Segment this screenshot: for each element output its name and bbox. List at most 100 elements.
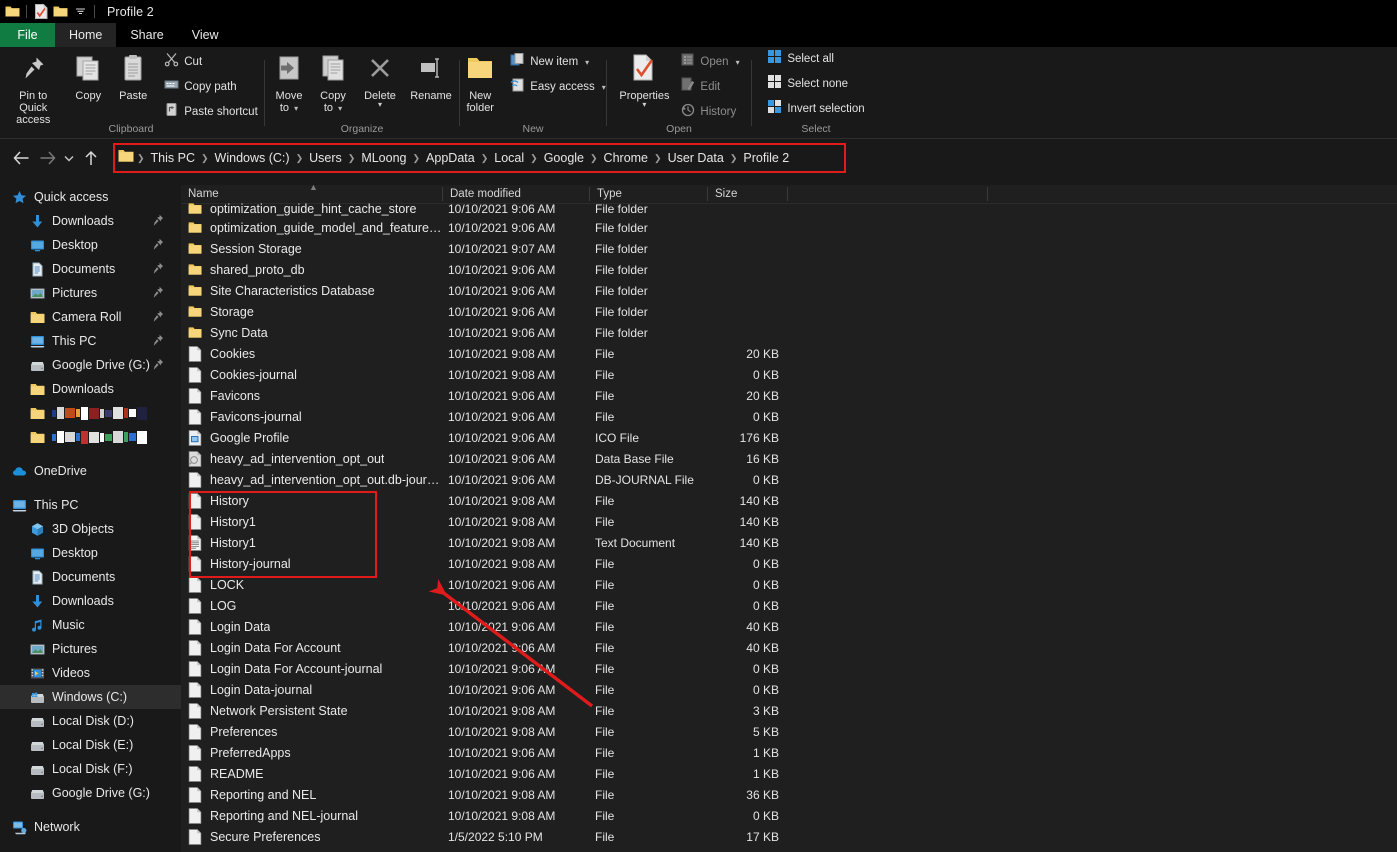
recent-locations-button[interactable] — [60, 145, 78, 171]
easy-access-caret-icon[interactable]: ▾ — [602, 83, 606, 92]
copy-path-button[interactable]: Copy path — [162, 76, 262, 98]
open-button[interactable]: Open ▾ — [678, 51, 743, 73]
copy-to-button[interactable]: Copy to ▾ — [311, 51, 355, 115]
breadcrumb-sep-4[interactable]: ❯ — [412, 153, 422, 164]
qat-folder-icon[interactable] — [4, 3, 21, 20]
sidebar-item-google-drive-g[interactable]: Google Drive (G:) — [0, 781, 181, 805]
breadcrumb-sep-2[interactable]: ❯ — [295, 153, 305, 164]
file-list-pane[interactable]: Name Date modified Type Size ▲ optimizat… — [181, 185, 1397, 852]
sidebar-item-downloads[interactable]: Downloads — [0, 589, 181, 613]
pin-icon[interactable] — [152, 286, 164, 299]
table-row[interactable]: Cookies-journal 10/10/2021 9:08 AM File 0 K… — [181, 364, 1397, 385]
paste-button[interactable]: Paste — [110, 51, 156, 102]
breadcrumb-sep-0[interactable]: ❯ — [136, 153, 146, 164]
table-row[interactable]: Login Data 10/10/2021 9:06 AM File 40 KB — [181, 616, 1397, 637]
sidebar-item-downloads[interactable]: Downloads — [0, 377, 181, 401]
table-row[interactable]: History1 10/10/2021 9:08 AM Text Document 1… — [181, 532, 1397, 553]
sidebar-item-quick-access[interactable]: Quick access — [0, 185, 181, 209]
table-row[interactable]: Login Data For Account 10/10/2021 9:06 AM… — [181, 637, 1397, 658]
sidebar-item-pictures[interactable]: Pictures — [0, 637, 181, 661]
table-row[interactable]: Network Persistent State 10/10/2021 9:08 … — [181, 700, 1397, 721]
breadcrumb-item-windows-c[interactable]: Windows (C:) — [210, 151, 295, 165]
cut-button[interactable]: Cut — [162, 51, 262, 73]
copy-button[interactable]: Copy — [66, 51, 110, 102]
breadcrumb-item-this-pc[interactable]: This PC — [146, 151, 200, 165]
breadcrumb-item-users[interactable]: Users — [304, 151, 347, 165]
table-row[interactable]: History 10/10/2021 9:08 AM File 140 KB — [181, 490, 1397, 511]
table-row[interactable]: shared_proto_db 10/10/2021 9:06 AM File fo… — [181, 259, 1397, 280]
sidebar-item-videos[interactable]: Videos — [0, 661, 181, 685]
tab-view[interactable]: View — [178, 23, 233, 47]
table-row[interactable]: README 10/10/2021 9:06 AM File 1 KB — [181, 763, 1397, 784]
table-row[interactable]: optimization_guide_model_and_features...… — [181, 217, 1397, 238]
breadcrumb-sep-1[interactable]: ❯ — [200, 153, 210, 164]
table-row[interactable]: PreferredApps 10/10/2021 9:06 AM File 1 KB — [181, 742, 1397, 763]
pin-icon[interactable] — [152, 214, 164, 227]
back-button[interactable] — [8, 145, 34, 171]
table-row[interactable]: History-journal 10/10/2021 9:08 AM File 0 K… — [181, 553, 1397, 574]
table-row[interactable]: History1 10/10/2021 9:08 AM File 140 KB — [181, 511, 1397, 532]
table-row[interactable]: optimization_guide_hint_cache_store 10/10… — [181, 200, 1397, 217]
table-row[interactable]: Login Data-journal 10/10/2021 9:06 AM File… — [181, 679, 1397, 700]
sidebar-item-redacted[interactable] — [0, 425, 181, 449]
breadcrumb-item-local[interactable]: Local — [489, 151, 529, 165]
move-to-caret-icon[interactable]: ▾ — [294, 104, 298, 113]
select-all-button[interactable]: Select all — [765, 48, 868, 70]
qat-properties-icon[interactable] — [32, 3, 49, 20]
up-button[interactable] — [78, 145, 104, 171]
navigation-pane[interactable]: Quick access Downloads Desktop Documents Pic… — [0, 185, 181, 852]
sidebar-item-3d-objects[interactable]: 3D Objects — [0, 517, 181, 541]
sidebar-item-documents[interactable]: Documents — [0, 565, 181, 589]
sidebar-item-onedrive[interactable]: OneDrive — [0, 459, 181, 483]
pin-icon[interactable] — [152, 358, 164, 371]
breadcrumb-item-user-data[interactable]: User Data — [663, 151, 729, 165]
select-none-button[interactable]: Select none — [765, 73, 868, 95]
sidebar-item-windows-c[interactable]: Windows (C:) — [0, 685, 181, 709]
edit-button[interactable]: Edit — [678, 76, 743, 98]
table-row[interactable]: Favicons-journal 10/10/2021 9:06 AM File 0 … — [181, 406, 1397, 427]
invert-selection-button[interactable]: Invert selection — [765, 98, 868, 120]
table-row[interactable]: Favicons 10/10/2021 9:06 AM File 20 KB — [181, 385, 1397, 406]
breadcrumb-item-appdata[interactable]: AppData — [421, 151, 480, 165]
new-item-caret-icon[interactable]: ▾ — [585, 58, 589, 67]
pin-icon[interactable] — [152, 262, 164, 275]
tab-file[interactable]: File — [0, 23, 55, 47]
new-folder-button[interactable]: New folder — [456, 51, 504, 114]
sidebar-item-desktop[interactable]: Desktop — [0, 233, 181, 257]
breadcrumb-sep-7[interactable]: ❯ — [589, 153, 599, 164]
new-item-button[interactable]: New item ▾ — [508, 51, 610, 73]
breadcrumb-item-mloong[interactable]: MLoong — [356, 151, 411, 165]
table-row[interactable]: Reporting and NEL-journal 10/10/2021 9:08… — [181, 805, 1397, 826]
qat-new-folder-icon[interactable] — [52, 3, 69, 20]
copy-to-caret-icon[interactable]: ▾ — [338, 104, 342, 113]
sidebar-item-local-disk-f[interactable]: Local Disk (F:) — [0, 757, 181, 781]
table-row[interactable]: Google Profile 10/10/2021 9:06 AM ICO File… — [181, 427, 1397, 448]
breadcrumb-item-profile-2[interactable]: Profile 2 — [738, 151, 794, 165]
table-row[interactable]: Login Data For Account-journal 10/10/2021… — [181, 658, 1397, 679]
table-row[interactable]: Secure Preferences 1/5/2022 5:10 PM File 17… — [181, 826, 1397, 847]
pin-to-quick-access-button[interactable]: Pin to Quick access — [0, 51, 66, 126]
table-row[interactable]: heavy_ad_intervention_opt_out.db-journal… — [181, 469, 1397, 490]
sidebar-item-network[interactable]: Network — [0, 815, 181, 839]
table-row[interactable]: Cookies 10/10/2021 9:08 AM File 20 KB — [181, 343, 1397, 364]
table-row[interactable]: Site Characteristics Database 10/10/2021 … — [181, 280, 1397, 301]
rename-button[interactable]: Rename — [405, 51, 457, 102]
tab-share[interactable]: Share — [116, 23, 177, 47]
sidebar-item-music[interactable]: Music — [0, 613, 181, 637]
properties-button[interactable]: Properties ▾ — [614, 51, 674, 109]
sidebar-item-local-disk-d[interactable]: Local Disk (D:) — [0, 709, 181, 733]
breadcrumb-item-chrome[interactable]: Chrome — [599, 151, 653, 165]
easy-access-button[interactable]: Easy access ▾ — [508, 76, 610, 98]
breadcrumb-sep-5[interactable]: ❯ — [480, 153, 490, 164]
move-to-button[interactable]: Move to ▾ — [267, 51, 311, 115]
table-row[interactable]: Sync Data 10/10/2021 9:06 AM File folder — [181, 322, 1397, 343]
sidebar-item-google-drive-g[interactable]: Google Drive (G:) — [0, 353, 181, 377]
table-row[interactable]: LOG 10/10/2021 9:06 AM File 0 KB — [181, 595, 1397, 616]
table-row[interactable]: Preferences 10/10/2021 9:08 AM File 5 KB — [181, 721, 1397, 742]
qat-chevron-down-icon[interactable] — [72, 3, 89, 20]
properties-caret-icon[interactable]: ▾ — [642, 101, 646, 109]
sidebar-item-downloads[interactable]: Downloads — [0, 209, 181, 233]
forward-button[interactable] — [34, 145, 60, 171]
breadcrumb-sep-8[interactable]: ❯ — [653, 153, 663, 164]
sidebar-item-this-pc[interactable]: This PC — [0, 329, 181, 353]
